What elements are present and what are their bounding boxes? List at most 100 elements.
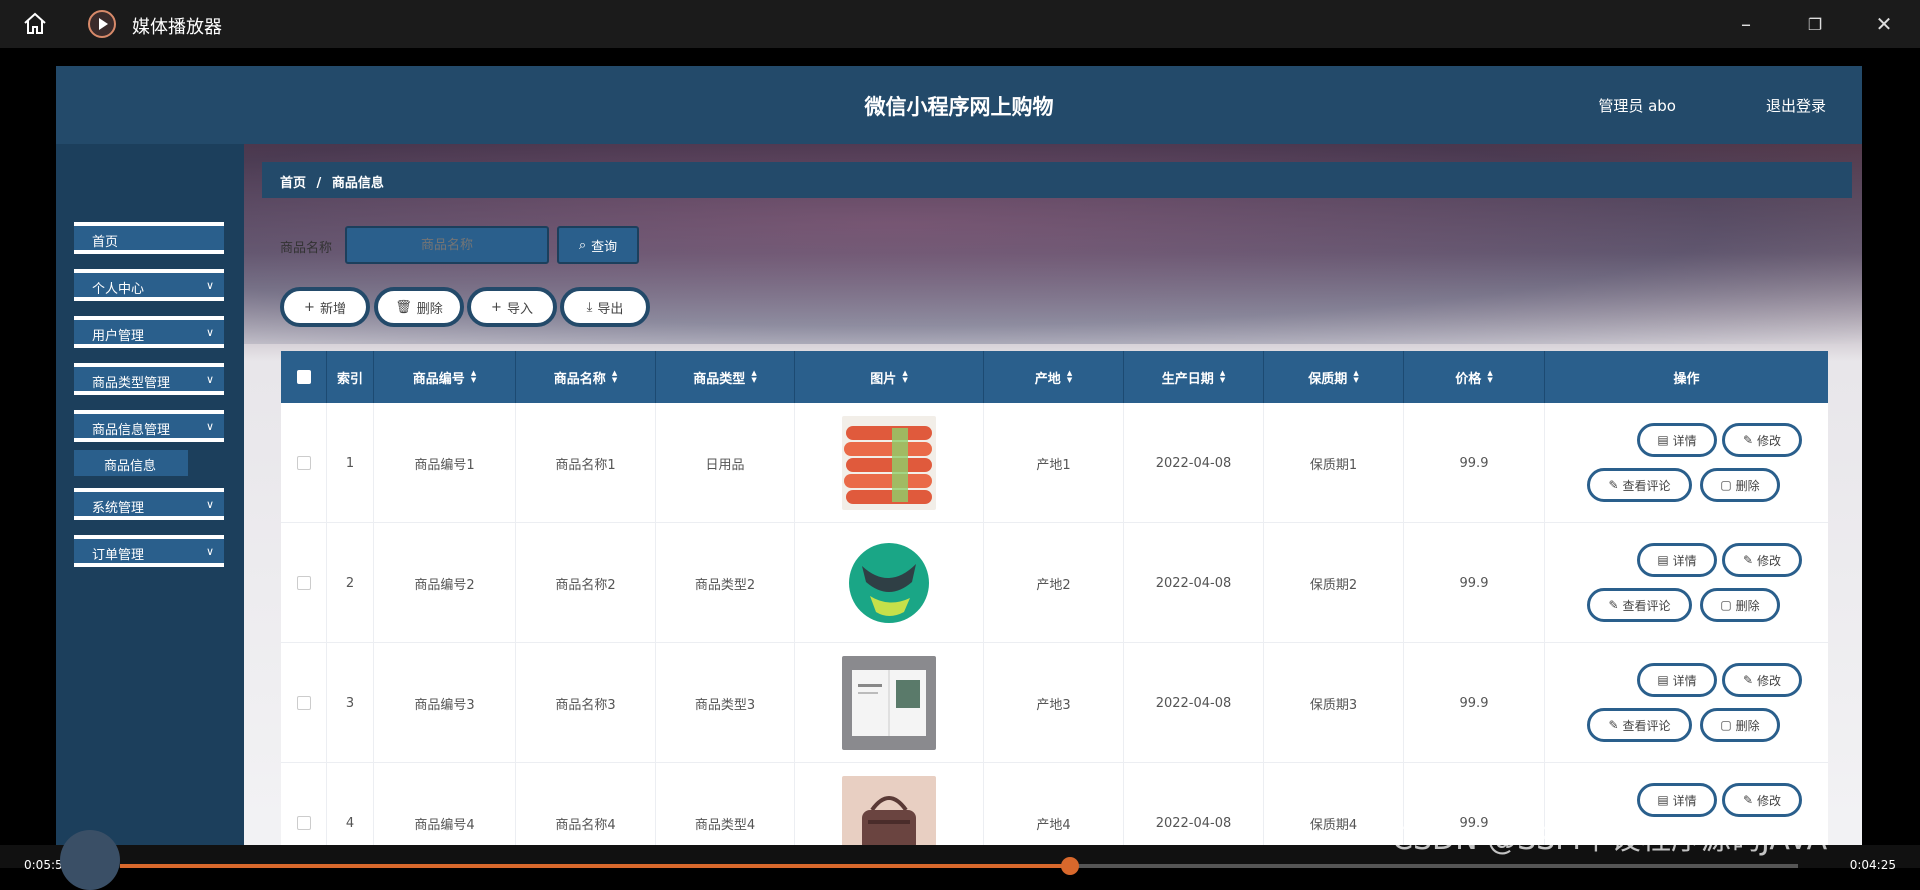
edit-label: 修改	[1757, 793, 1782, 808]
sidebar-subitem-product-info[interactable]: 商品信息	[74, 450, 188, 476]
row-checkbox[interactable]	[296, 696, 311, 710]
row-checkbox[interactable]	[296, 816, 311, 830]
cell-origin: 产地1	[984, 403, 1124, 523]
row-checkbox-cell	[281, 523, 327, 643]
sort-icon[interactable]: ▲ ▼	[612, 370, 617, 384]
th-image[interactable]: 图片 ▲ ▼	[795, 351, 984, 403]
th-price[interactable]: 价格 ▲ ▼	[1404, 351, 1545, 403]
cell-code: 商品编号2	[374, 523, 516, 643]
edit-label: 修改	[1757, 433, 1782, 448]
select-all-checkbox[interactable]	[296, 370, 311, 384]
cell-origin: 产地3	[984, 643, 1124, 763]
cell-shelf-life: 保质期2	[1264, 523, 1404, 643]
th-type[interactable]: 商品类型 ▲ ▼	[656, 351, 795, 403]
chevron-down-icon: ∨	[205, 279, 214, 292]
trash-icon: 🗑	[395, 299, 412, 315]
th-name[interactable]: 商品名称 ▲ ▼	[516, 351, 656, 403]
search-button[interactable]: ⌕ 查询	[557, 226, 639, 264]
detail-button[interactable]: ▤ 详情	[1637, 783, 1717, 817]
progress-fill[interactable]	[120, 864, 1070, 868]
view-comments-button[interactable]: ✎ 查看评论	[1587, 588, 1692, 622]
delete-button[interactable]: 🗑 删除	[374, 287, 464, 327]
sidebar-item-label: 用户管理	[92, 329, 145, 344]
close-icon[interactable]: ✕	[1864, 10, 1904, 38]
edit-button[interactable]: ✎ 修改	[1722, 663, 1802, 697]
sort-icon[interactable]: ▲ ▼	[902, 370, 907, 384]
avatar	[60, 830, 120, 890]
detail-label: 详情	[1672, 793, 1697, 808]
detail-button[interactable]: ▤ 详情	[1637, 663, 1717, 697]
sidebar-item-personal-center[interactable]: 个人中心 ∨	[74, 269, 224, 301]
sidebar-item-order-management[interactable]: 订单管理 ∨	[74, 535, 224, 567]
product-table: 索引 商品编号 ▲ ▼ 商品名称 ▲ ▼ 商品类型 ▲ ▼ 图片 ▲ ▼ 产地 ▲ ▼ 生产日期 ▲ ▼…	[281, 351, 1828, 868]
th-date[interactable]: 生产日期 ▲ ▼	[1124, 351, 1264, 403]
delete-label: 删除	[1735, 598, 1760, 613]
import-button[interactable]: + 导入	[467, 287, 557, 327]
site-title: 微信小程序网上购物	[864, 95, 1054, 119]
th-label: 图片	[870, 371, 897, 387]
product-image-sausages[interactable]	[842, 416, 936, 510]
row-checkbox[interactable]	[296, 576, 311, 590]
sidebar-item-product-type-management[interactable]: 商品类型管理 ∨	[74, 363, 224, 395]
home-icon[interactable]	[22, 12, 48, 36]
th-label: 商品类型	[693, 371, 746, 387]
sort-icon[interactable]: ▲ ▼	[1487, 370, 1492, 384]
edit-label: 修改	[1757, 673, 1782, 688]
progress-knob[interactable]	[1061, 857, 1079, 875]
restore-icon[interactable]: ❐	[1795, 10, 1835, 38]
th-code[interactable]: 商品编号 ▲ ▼	[374, 351, 516, 403]
cell-image	[795, 643, 984, 763]
detail-button[interactable]: ▤ 详情	[1637, 423, 1717, 457]
edit-button[interactable]: ✎ 修改	[1722, 543, 1802, 577]
delete-label: 删除	[416, 301, 443, 317]
row-actions: ▤ 详情 ✎ 修改 ✎ 查看评论 ▢ 删除	[1545, 523, 1828, 643]
sidebar-item-system-management[interactable]: 系统管理 ∨	[74, 488, 224, 520]
search-input[interactable]	[345, 226, 549, 264]
main-content: 首页 / 商品信息 商品名称 ⌕ 查询 +新增 🗑删除 +导入 ⤓导出 索引 商…	[244, 144, 1862, 868]
sidebar-item-product-info-management[interactable]: 商品信息管理 ∨	[74, 410, 224, 442]
row-delete-button[interactable]: ▢ 删除	[1700, 588, 1780, 622]
table-header: 索引 商品编号 ▲ ▼ 商品名称 ▲ ▼ 商品类型 ▲ ▼ 图片 ▲ ▼ 产地 ▲ ▼ 生产日期 ▲ ▼…	[281, 351, 1828, 403]
sidebar-item-user-management[interactable]: 用户管理 ∨	[74, 316, 224, 348]
table-row: 3 商品编号3 商品名称3 商品类型3 产地3 2022-04-08 保质期3 …	[281, 643, 1828, 763]
minimize-icon[interactable]: –	[1726, 10, 1766, 38]
th-label: 操作	[1673, 371, 1700, 387]
edit-button[interactable]: ✎ 修改	[1722, 423, 1802, 457]
logout-link[interactable]: 退出登录	[1766, 95, 1826, 116]
cell-index: 2	[327, 523, 374, 643]
sort-icon[interactable]: ▲ ▼	[1220, 370, 1225, 384]
row-delete-button[interactable]: ▢ 删除	[1700, 468, 1780, 502]
plus-icon: +	[491, 299, 502, 315]
breadcrumb-home[interactable]: 首页	[280, 176, 306, 191]
row-delete-button[interactable]: ▢ 删除	[1700, 708, 1780, 742]
add-button[interactable]: + 新增	[280, 287, 370, 327]
sidebar-item-home[interactable]: 首页	[74, 222, 224, 254]
th-actions: 操作	[1545, 351, 1828, 403]
row-checkbox[interactable]	[296, 456, 311, 470]
th-shelf-life[interactable]: 保质期 ▲ ▼	[1264, 351, 1404, 403]
product-image-magazine[interactable]	[842, 656, 936, 750]
export-button[interactable]: ⤓ 导出	[560, 287, 650, 327]
sidebar-item-label: 商品类型管理	[92, 376, 171, 391]
comments-label: 查看评论	[1622, 478, 1671, 493]
view-comments-button[interactable]: ✎ 查看评论	[1587, 708, 1692, 742]
th-origin[interactable]: 产地 ▲ ▼	[984, 351, 1124, 403]
app-header: 微信小程序网上购物 管理员 abo 退出登录	[56, 66, 1862, 144]
view-comments-button[interactable]: ✎ 查看评论	[1587, 468, 1692, 502]
product-image-soccer-ball[interactable]	[842, 536, 936, 630]
search-icon: ⌕	[578, 237, 587, 253]
breadcrumb: 首页 / 商品信息	[262, 162, 1852, 198]
sort-icon[interactable]: ▲ ▼	[471, 370, 476, 384]
admin-label: 管理员 abo	[1598, 97, 1676, 115]
edit-button[interactable]: ✎ 修改	[1722, 783, 1802, 817]
sort-icon[interactable]: ▲ ▼	[751, 370, 756, 384]
chevron-down-icon: ∨	[205, 373, 214, 386]
progress-track[interactable]	[1070, 864, 1798, 868]
sort-icon[interactable]: ▲ ▼	[1067, 370, 1072, 384]
sort-icon[interactable]: ▲ ▼	[1353, 370, 1358, 384]
detail-button[interactable]: ▤ 详情	[1637, 543, 1717, 577]
detail-label: 详情	[1672, 553, 1697, 568]
cell-index: 1	[327, 403, 374, 523]
th-label: 生产日期	[1161, 371, 1214, 387]
breadcrumb-separator: /	[316, 176, 322, 191]
